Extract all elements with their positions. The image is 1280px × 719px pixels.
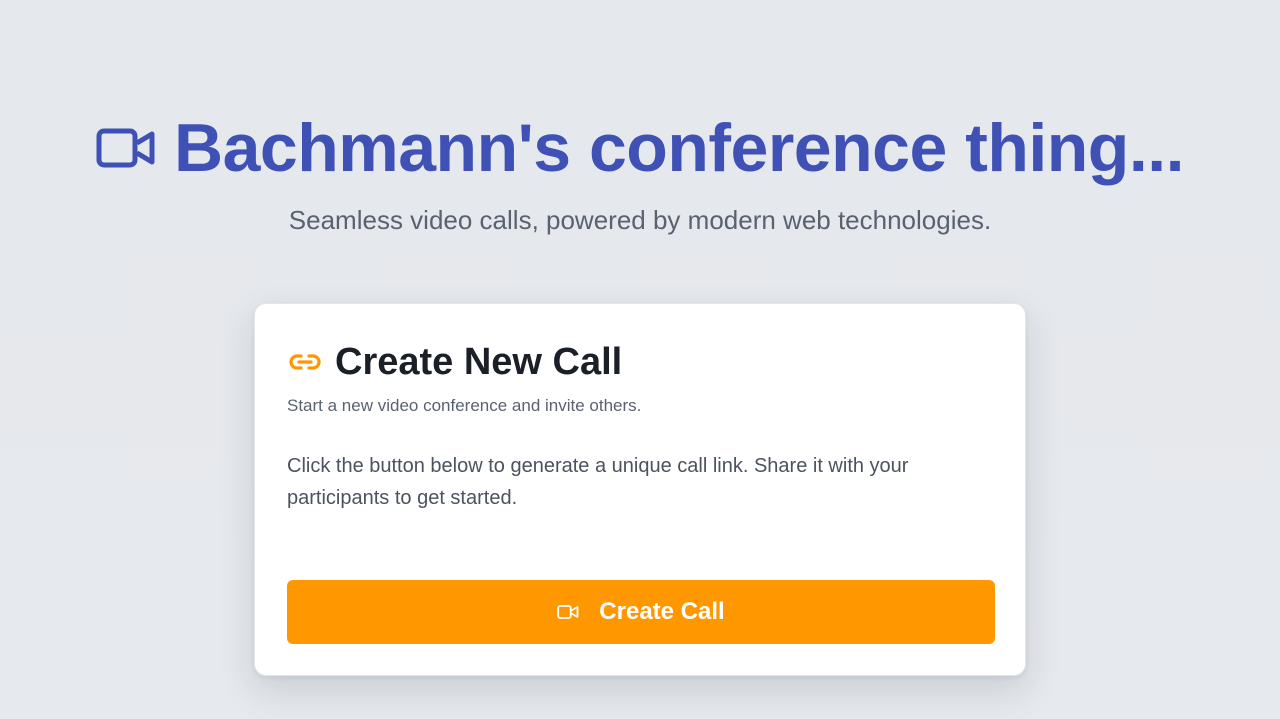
create-call-card: Create New Call Start a new video confer… [254,303,1026,676]
card-title: Create New Call [335,341,623,383]
link-icon [287,350,323,374]
video-camera-icon [96,126,156,170]
video-camera-icon [557,604,579,620]
card-body-text: Click the button below to generate a uni… [287,455,909,509]
create-call-button-label: Create Call [599,598,725,625]
card-description: Start a new video conference and invite … [287,396,642,415]
card-header: Create New Call [287,340,622,384]
create-call-button[interactable]: Create Call [287,580,995,644]
page-title: Bachmann's conference thing... [173,110,1185,186]
page-subtitle: Seamless video calls, powered by modern … [288,205,992,235]
hero-header: Bachmann's conference thing... [0,112,1280,184]
